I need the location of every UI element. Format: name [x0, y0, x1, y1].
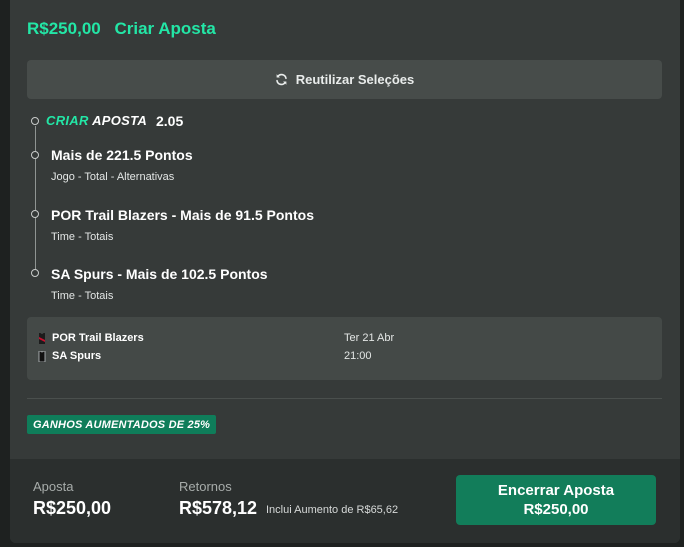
bet-card: R$250,00 Criar Aposta Reutilizar Seleçõe… — [10, 0, 680, 543]
reuse-selections-label: Reutilizar Seleções — [295, 72, 415, 87]
match-info[interactable]: POR Trail Blazers SA Spurs Ter 21 Abr 21… — [27, 317, 662, 380]
bet-footer: Aposta R$250,00 Retornos R$578,12 Inclui… — [10, 459, 680, 543]
returns-value: R$578,12 — [179, 498, 258, 518]
reuse-selections-button[interactable]: Reutilizar Seleções — [27, 60, 662, 99]
timeline-dot — [31, 151, 39, 159]
bet-builder-odds: 2.05 — [156, 113, 184, 129]
header-title: Criar Aposta — [114, 19, 216, 38]
refresh-icon — [275, 73, 288, 86]
selection-subtitle: Jogo - Total - Alternativas — [51, 171, 175, 183]
divider — [27, 398, 662, 399]
stake-label: Aposta — [33, 479, 74, 494]
bet-builder-title-white: APOSTA — [92, 113, 148, 128]
returns-label: Retornos — [179, 479, 232, 494]
selection-title: Mais de 221.5 Pontos — [51, 147, 193, 163]
selection-title: SA Spurs - Mais de 102.5 Pontos — [51, 266, 268, 282]
cashout-amount: R$250,00 — [523, 501, 589, 518]
selection-subtitle: Time - Totais — [51, 290, 114, 302]
jersey-icon — [37, 332, 47, 344]
cashout-button[interactable]: Encerrar Aposta R$250,00 — [456, 475, 656, 525]
selection-subtitle: Time - Totais — [51, 231, 114, 243]
away-team-name: SA Spurs — [52, 350, 102, 362]
cashout-label: Encerrar Aposta — [497, 482, 615, 499]
match-date: Ter 21 Abr — [344, 332, 395, 344]
stake-value: R$250,00 — [33, 498, 112, 518]
bet-header: R$250,00 Criar Aposta — [27, 19, 216, 39]
home-team: POR Trail Blazers — [37, 332, 144, 344]
home-team-name: POR Trail Blazers — [52, 332, 144, 344]
boost-note: Inclui Aumento de R$65,62 — [266, 504, 399, 516]
header-amount: R$250,00 — [27, 19, 101, 38]
timeline-dot — [31, 117, 39, 125]
boost-badge: GANHOS AUMENTADOS DE 25% — [27, 415, 217, 434]
timeline-dot — [31, 269, 39, 277]
timeline-line — [35, 126, 36, 274]
bet-builder-title: CRIAR APOSTA — [46, 113, 147, 128]
timeline-dot — [31, 210, 39, 218]
bet-builder-title-green: CRIAR — [46, 113, 89, 128]
selection-title: POR Trail Blazers - Mais de 91.5 Pontos — [51, 207, 314, 223]
away-team: SA Spurs — [37, 350, 101, 362]
jersey-icon — [37, 350, 47, 362]
match-time: 21:00 — [344, 350, 372, 362]
